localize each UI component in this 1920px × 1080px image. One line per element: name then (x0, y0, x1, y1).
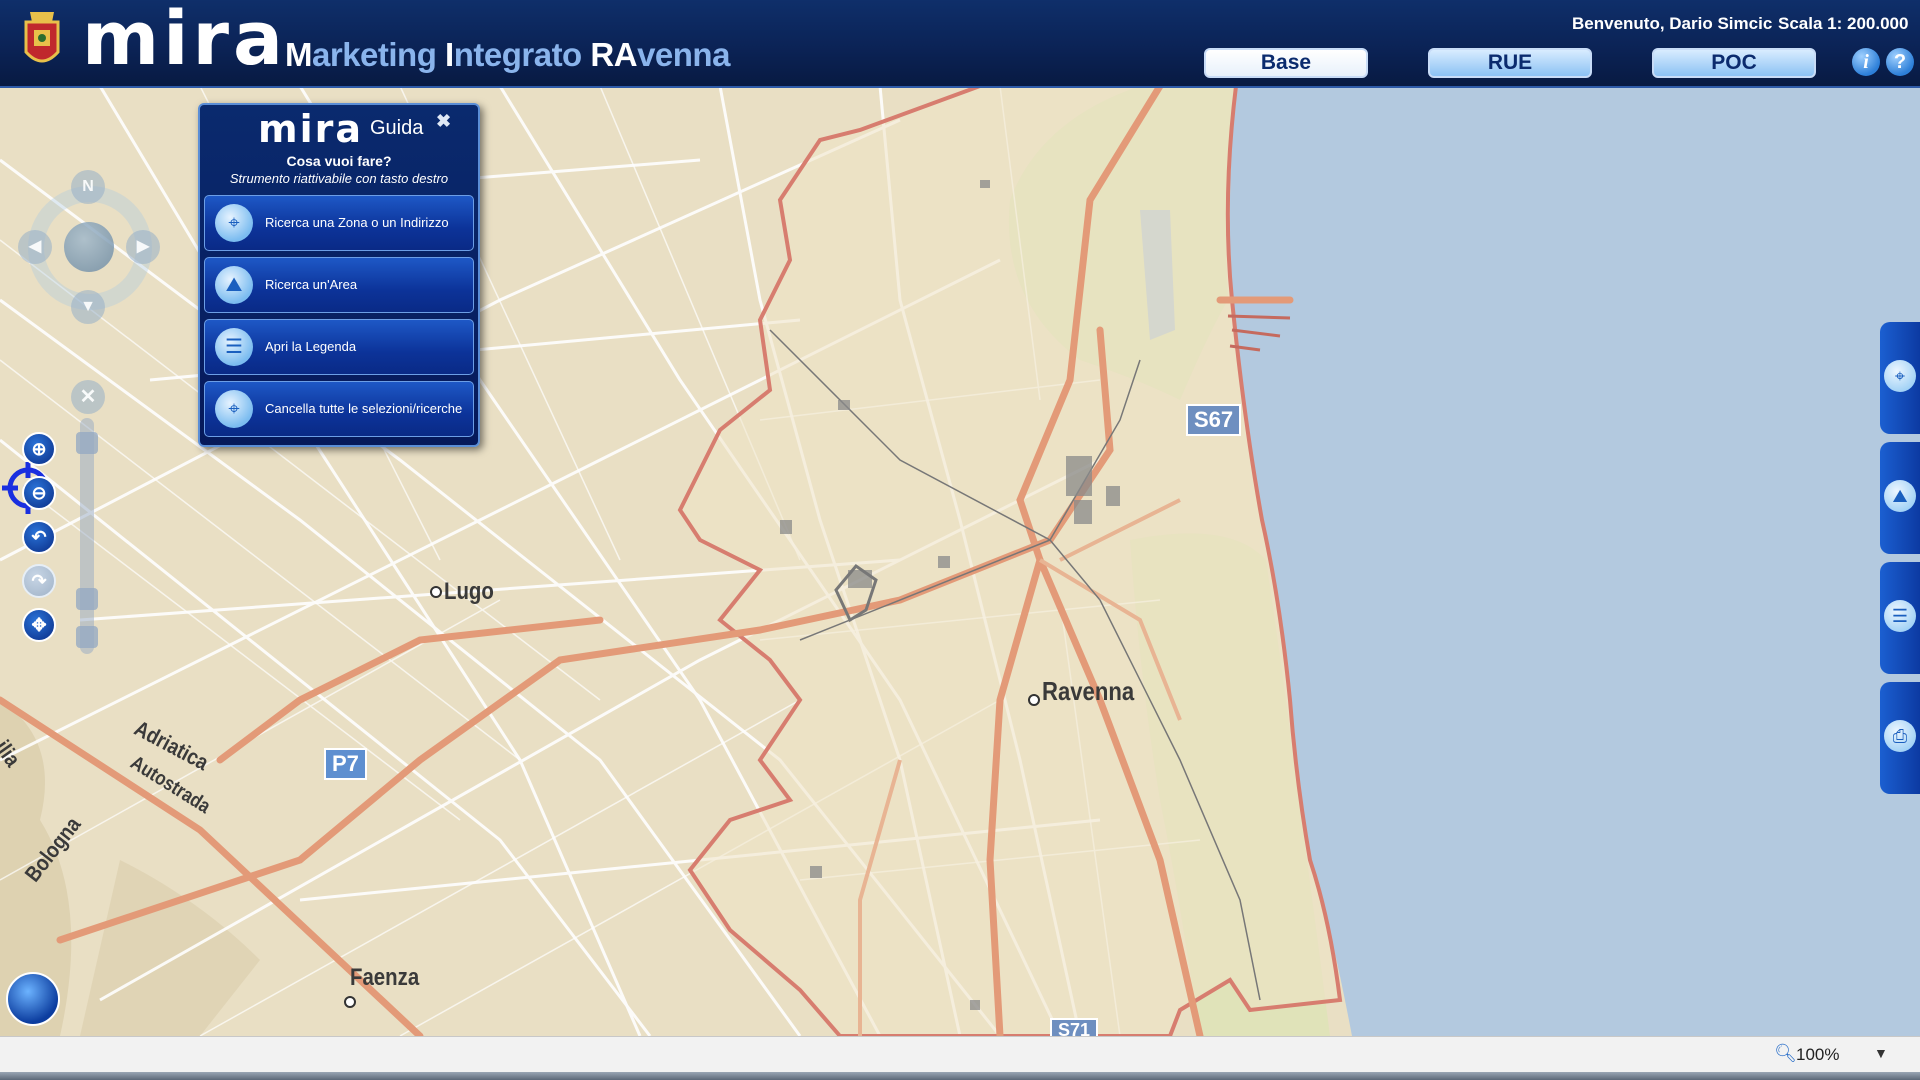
guide-item-label: Ricerca una Zona o un Indirizzo (265, 215, 449, 230)
app-subtitle: Marketing Integrato RAvenna (285, 36, 730, 73)
pan-west-button[interactable]: ◀ (18, 230, 52, 264)
place-label-faenza: Faenza (350, 964, 420, 991)
scale-readout: Scala 1: 200.000 (1778, 14, 1909, 33)
welcome-text: Benvenuto, Dario Simcic (1572, 14, 1773, 33)
help-icon[interactable]: ? (1886, 48, 1914, 76)
guide-item-open-legend[interactable]: ☰ Apri la Legenda (204, 319, 474, 375)
layer-button-base[interactable]: Base (1204, 48, 1368, 78)
guide-logo: mira (258, 107, 364, 151)
guide-item-search-area[interactable]: ⛰ Ricerca un'Area (204, 257, 474, 313)
close-icon[interactable]: ✖ (436, 111, 451, 132)
full-extent-globe-icon[interactable] (6, 972, 60, 1026)
target-icon: ⌖ (215, 204, 253, 242)
pan-south-button[interactable]: ▼ (71, 290, 105, 324)
area-icon: ⛰ (1884, 480, 1916, 512)
legend-icon: ☰ (215, 328, 253, 366)
zoom-in-tool-icon[interactable]: ⊕ (22, 432, 56, 466)
pan-east-button[interactable]: ▶ (126, 230, 160, 264)
print-icon: ⎙ (1884, 720, 1916, 752)
target-icon: ⌖ (1884, 360, 1916, 392)
zoom-level[interactable]: 100% (1796, 1045, 1839, 1065)
guide-panel: mira Guida ✖ Cosa vuoi fare? Strumento r… (198, 103, 480, 447)
place-label-ravenna: Ravenna (1042, 676, 1135, 706)
chevron-down-icon[interactable]: ▼ (1874, 1045, 1888, 1061)
pan-north-button[interactable]: N (71, 170, 105, 204)
nav-globe-icon[interactable] (64, 222, 114, 272)
road-sign-p7: P7 (324, 748, 367, 780)
side-tab-area[interactable]: ⛰ (1880, 442, 1920, 554)
guide-item-label: Ricerca un'Area (265, 277, 358, 292)
zoom-slider-bottom[interactable] (76, 626, 98, 648)
guide-title: Guida (370, 117, 424, 139)
undo-icon[interactable]: ↶ (22, 520, 56, 554)
target-icon: ⌖ (215, 390, 253, 428)
road-sign-s67: S67 (1186, 404, 1242, 436)
guide-item-clear-selections[interactable]: ⌖ Cancella tutte le selezioni/ricerche (204, 381, 474, 437)
app-header: mira Marketing Integrato RAvenna Benvenu… (0, 0, 1920, 88)
taskbar-strip (0, 1072, 1920, 1080)
guide-question: Cosa vuoi fare? (286, 153, 392, 169)
app-logo: mira (82, 0, 287, 82)
guide-item-label: Cancella tutte le selezioni/ricerche (265, 401, 463, 416)
coat-of-arms-icon (24, 12, 60, 63)
zoom-slider-top[interactable] (76, 432, 98, 454)
pan-tool-icon[interactable]: ✥ (22, 608, 56, 642)
zoom-slider-handle[interactable] (76, 588, 98, 610)
redo-icon[interactable]: ↷ (22, 564, 56, 598)
zoom-reset-icon[interactable]: ✕ (71, 380, 105, 414)
zoom-magnifier-icon: 🔍︎ (1774, 1043, 1797, 1063)
layer-button-poc[interactable]: POC (1652, 48, 1816, 78)
side-tab-print[interactable]: ⎙ (1880, 682, 1920, 794)
area-icon: ⛰ (215, 266, 253, 304)
side-tab-search[interactable]: ⌖ (1880, 322, 1920, 434)
side-tab-legend[interactable]: ☰ (1880, 562, 1920, 674)
zoom-out-tool-icon[interactable]: ⊖ (22, 476, 56, 510)
guide-item-search-address[interactable]: ⌖ Ricerca una Zona o un Indirizzo (204, 195, 474, 251)
place-label-lugo: Lugo (444, 578, 494, 605)
layer-button-rue[interactable]: RUE (1428, 48, 1592, 78)
guide-item-label: Apri la Legenda (265, 339, 357, 354)
browser-status-bar: 🔍︎ 100% ▼ (0, 1036, 1920, 1073)
legend-icon: ☰ (1884, 600, 1916, 632)
info-icon[interactable]: i (1852, 48, 1880, 76)
guide-subtitle: Strumento riattivabile con tasto destro (229, 171, 449, 186)
